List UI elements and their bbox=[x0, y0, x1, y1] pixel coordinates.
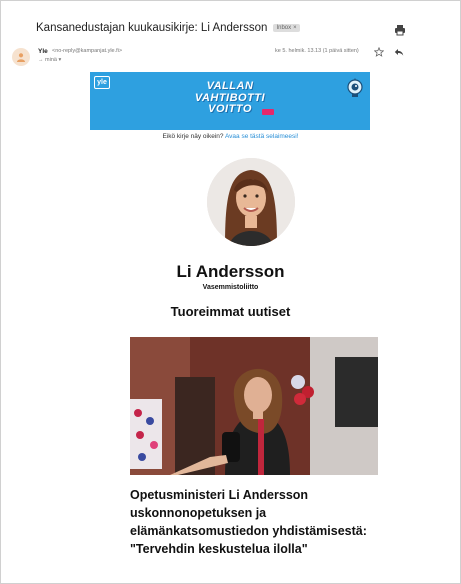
sender-email: <no-reply@kampanjat.yle.fi> bbox=[52, 48, 123, 54]
inbox-label-close[interactable]: × bbox=[293, 25, 297, 31]
sender-name: Yle bbox=[38, 48, 48, 55]
banner-title-line3: VOITTO bbox=[208, 103, 252, 115]
banner-title-line1: VALLAN bbox=[206, 80, 254, 92]
person-icon bbox=[17, 53, 25, 62]
sender-row: Yle <no-reply@kampanjat.yle.fi> → minä ▾… bbox=[12, 47, 417, 69]
recipient-details[interactable]: → minä ▾ bbox=[38, 57, 61, 63]
latest-news-heading: Tuoreimmat uutiset bbox=[170, 304, 291, 319]
inbox-label[interactable]: Inbox × bbox=[273, 24, 300, 32]
print-icon[interactable] bbox=[394, 24, 406, 36]
email-subject: Kansanedustajan kuukausikirje: Li Anders… bbox=[36, 22, 268, 34]
banner-accent bbox=[262, 109, 274, 115]
news-image[interactable] bbox=[130, 337, 378, 475]
email-date: ke 5. helmik. 13.13 (1 päivä sitten) bbox=[275, 48, 359, 54]
profile-portrait bbox=[207, 158, 295, 246]
view-in-browser-link[interactable]: Avaa se tästä selaimeesi! bbox=[225, 133, 299, 140]
campaign-banner[interactable]: yle VALLAN VAHTIBOTTI VOITTO bbox=[90, 72, 370, 130]
star-icon[interactable] bbox=[374, 47, 384, 57]
banner-title: VALLAN VAHTIBOTTI VOITTO bbox=[90, 80, 370, 116]
avatar bbox=[12, 48, 30, 66]
view-in-browser-text: Eikö kirje näy oikein? bbox=[162, 133, 224, 140]
profile-party: Vasemmistoliitto bbox=[202, 284, 259, 291]
robot-icon bbox=[347, 78, 363, 97]
reply-icon[interactable] bbox=[394, 47, 404, 57]
inbox-label-text: Inbox bbox=[276, 25, 292, 31]
profile-name: Li Andersson bbox=[176, 262, 285, 281]
subject-row: Kansanedustajan kuukausikirje: Li Anders… bbox=[36, 22, 300, 34]
view-in-browser-line: Eikö kirje näy oikein? Avaa se tästä sel… bbox=[0, 133, 461, 140]
news-headline[interactable]: Opetusministeri Li Andersson uskonnonope… bbox=[130, 486, 380, 558]
